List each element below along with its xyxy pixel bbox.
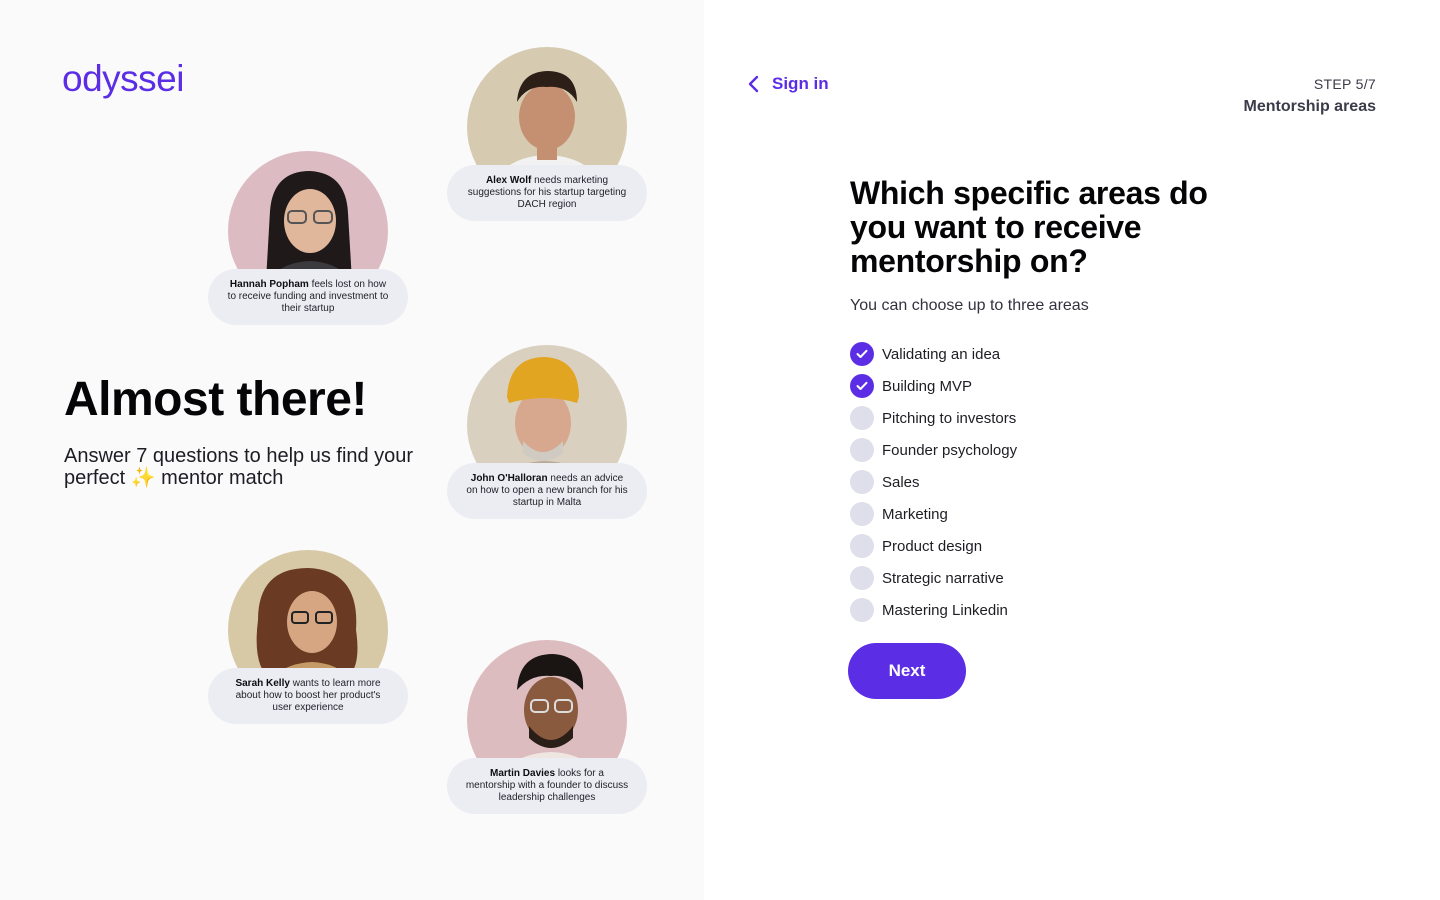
area-option[interactable]: Building MVP [850,370,1017,402]
area-option[interactable]: Pitching to investors [850,402,1017,434]
area-option-label: Sales [882,473,920,491]
checkbox-checked[interactable] [850,374,874,398]
step-indicator: STEP 5/7 Mentorship areas [1244,76,1376,116]
question-title: Which specific areas do you want to rece… [850,175,1208,279]
area-option-label: Mastering Linkedin [882,601,1008,619]
mentee-name: Martin Davies [490,768,556,779]
hero-subtitle: Answer 7 questions to help us find your … [64,445,414,489]
area-option-label: Validating an idea [882,345,1001,363]
checkbox-unchecked[interactable] [850,566,874,590]
back-label: Sign in [772,74,829,93]
questionnaire-panel: Sign in STEP 5/7 Mentorship areas Which … [704,0,1440,900]
odyssei-logo: odyssei [62,58,184,99]
checkbox-unchecked[interactable] [850,470,874,494]
checkbox-unchecked[interactable] [850,534,874,558]
area-option[interactable]: Strategic narrative [850,562,1017,594]
area-option-label: Marketing [882,505,948,523]
mentee-caption: Hannah Popham feels lost on how to recei… [208,269,408,325]
mentee-name: Hannah Popham [229,279,309,290]
area-options-list: Validating an idea Building MVP Pitching t… [850,338,1017,626]
mentee-name: Alex Wolf [485,175,532,186]
mentee-caption: Alex Wolf needs marketing suggestions fo… [447,165,647,221]
area-option[interactable]: Product design [850,530,1017,562]
area-option[interactable]: Validating an idea [850,338,1017,370]
next-button[interactable]: Next [848,643,966,699]
mentee-name: Sarah Kelly [235,678,290,689]
mentee-name: John O'Halloran [470,473,548,484]
checkbox-checked[interactable] [850,342,874,366]
area-option[interactable]: Marketing [850,498,1017,530]
step-number: STEP 5/7 [1313,76,1376,92]
area-option[interactable]: Mastering Linkedin [850,594,1017,626]
area-option-label: Founder psychology [882,441,1018,459]
mentee-caption: Sarah Kelly wants to learn more about ho… [208,668,408,724]
area-option[interactable]: Founder psychology [850,434,1017,466]
area-option-label: Strategic narrative [882,569,1004,587]
question-hint: You can choose up to three areas [850,297,1089,314]
back-to-sign-in-link[interactable]: Sign in [748,74,829,94]
area-option[interactable]: Sales [850,466,1017,498]
checkbox-unchecked[interactable] [850,406,874,430]
area-option-label: Pitching to investors [882,409,1017,427]
area-option-label: Product design [882,537,983,555]
step-name: Mentorship areas [1243,98,1376,115]
checkmark-icon [856,381,868,390]
sparkle-icon: ✨ [130,467,156,489]
area-option-label: Building MVP [882,377,973,395]
checkbox-unchecked[interactable] [850,502,874,526]
intro-panel: odyssei Alex Wolf needs marketing sugges… [0,0,704,900]
checkbox-unchecked[interactable] [850,438,874,462]
chevron-left-icon [748,75,759,93]
checkbox-unchecked[interactable] [850,598,874,622]
mentee-caption: Martin Davies looks for a mentorship wit… [447,758,647,814]
mentee-caption: John O'Halloran needs an advice on how t… [447,463,647,519]
hero-title: Almost there! [64,373,367,426]
checkmark-icon [856,349,868,358]
